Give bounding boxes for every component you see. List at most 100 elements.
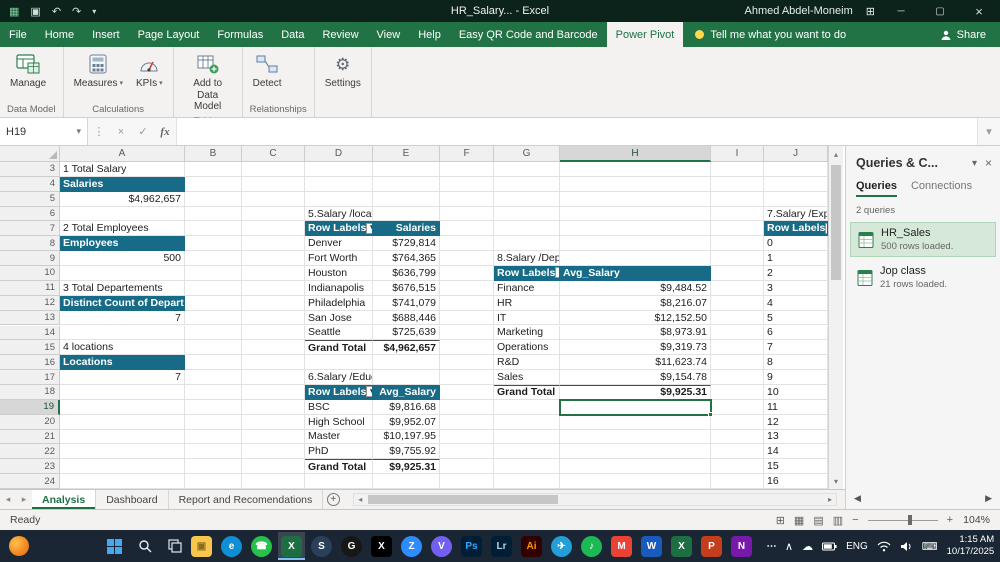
cell-C21[interactable] bbox=[242, 429, 305, 445]
row-header-10[interactable]: 10 bbox=[0, 266, 60, 281]
cell-D5[interactable] bbox=[305, 191, 373, 207]
cell-G16[interactable]: R&D bbox=[494, 355, 560, 371]
cell-H15[interactable]: $9,319.73 bbox=[560, 340, 711, 356]
redo-icon[interactable]: ↷ bbox=[72, 5, 81, 18]
cell-J7[interactable]: Row Labels▼ bbox=[764, 221, 828, 237]
cell-C7[interactable] bbox=[242, 221, 305, 237]
cell-I9[interactable] bbox=[711, 251, 764, 267]
cell-F7[interactable] bbox=[440, 221, 494, 237]
cell-I20[interactable] bbox=[711, 414, 764, 430]
taskbar-icon-gmail[interactable]: M bbox=[608, 532, 635, 560]
cell-F6[interactable] bbox=[440, 206, 494, 222]
cell-A15[interactable]: 4 locations bbox=[60, 340, 185, 356]
cell-I3[interactable] bbox=[711, 162, 764, 177]
search-icon[interactable] bbox=[131, 532, 158, 560]
cell-E8[interactable]: $729,814 bbox=[373, 236, 440, 252]
row-header-7[interactable]: 7 bbox=[0, 221, 60, 237]
cell-E19[interactable]: $9,816.68 bbox=[373, 399, 440, 415]
cell-I19[interactable] bbox=[711, 399, 764, 415]
cell-E23[interactable]: $9,925.31 bbox=[373, 459, 440, 475]
page-break-view-icon[interactable]: ▥ bbox=[833, 514, 843, 527]
zoom-out-button[interactable]: − bbox=[852, 514, 858, 526]
taskbar-icon-file-explorer[interactable]: ▣ bbox=[188, 532, 215, 560]
cell-G7[interactable] bbox=[494, 221, 560, 237]
cell-F24[interactable] bbox=[440, 474, 494, 489]
row-header-13[interactable]: 13 bbox=[0, 310, 60, 326]
cell-E3[interactable] bbox=[373, 162, 440, 177]
kpis-button[interactable]: KPIs ▾ bbox=[131, 50, 168, 92]
cell-I13[interactable] bbox=[711, 310, 764, 326]
wifi-icon[interactable] bbox=[877, 541, 891, 552]
cell-D9[interactable]: Fort Worth bbox=[305, 251, 373, 267]
cell-E16[interactable] bbox=[373, 355, 440, 371]
taskbar-icon-spotify[interactable]: ♪ bbox=[578, 532, 605, 560]
cell-I6[interactable] bbox=[711, 206, 764, 222]
cell-D13[interactable]: San Jose bbox=[305, 310, 373, 326]
sheet-nav-right-icon[interactable]: ▸ bbox=[16, 490, 32, 509]
cell-B19[interactable] bbox=[185, 399, 242, 415]
cell-H21[interactable] bbox=[560, 429, 711, 445]
row-header-21[interactable]: 21 bbox=[0, 429, 60, 445]
cell-D16[interactable] bbox=[305, 355, 373, 371]
cell-A14[interactable] bbox=[60, 325, 185, 341]
cell-E13[interactable]: $688,446 bbox=[373, 310, 440, 326]
cell-I7[interactable] bbox=[711, 221, 764, 237]
cell-F10[interactable] bbox=[440, 266, 494, 281]
ribbon-tab-view[interactable]: View bbox=[368, 22, 410, 47]
cell-F14[interactable] bbox=[440, 325, 494, 341]
row-header-18[interactable]: 18 bbox=[0, 384, 60, 400]
row-header-23[interactable]: 23 bbox=[0, 459, 60, 475]
cell-B7[interactable] bbox=[185, 221, 242, 237]
cell-D21[interactable]: Master bbox=[305, 429, 373, 445]
cell-D24[interactable] bbox=[305, 474, 373, 489]
panel-menu-icon[interactable]: ▾ bbox=[972, 158, 977, 169]
sheet-tab-analysis[interactable]: Analysis bbox=[32, 490, 97, 509]
measures-button[interactable]: Measures ▾ bbox=[69, 50, 128, 92]
vertical-scrollbar[interactable]: ▴ ▾ bbox=[828, 146, 843, 489]
volume-icon[interactable] bbox=[900, 541, 913, 552]
cell-A6[interactable] bbox=[60, 206, 185, 222]
row-header-14[interactable]: 14 bbox=[0, 325, 60, 341]
taskbar-icon-zoom[interactable]: Z bbox=[398, 532, 425, 560]
cell-H23[interactable] bbox=[560, 459, 711, 475]
cell-J3[interactable] bbox=[764, 162, 828, 177]
name-box-dropdown-icon[interactable]: ▾ bbox=[76, 126, 81, 137]
user-name[interactable]: Ahmed Abdel-Moneim bbox=[745, 5, 853, 17]
cell-F12[interactable] bbox=[440, 295, 494, 311]
cell-B20[interactable] bbox=[185, 414, 242, 430]
query-item-hr-sales[interactable]: HR_Sales 500 rows loaded. bbox=[850, 222, 996, 257]
tab-connections[interactable]: Connections bbox=[911, 180, 972, 197]
cell-B8[interactable] bbox=[185, 236, 242, 252]
cell-H10[interactable]: Avg_Salary bbox=[560, 266, 711, 281]
cell-H20[interactable] bbox=[560, 414, 711, 430]
cell-G8[interactable] bbox=[494, 236, 560, 252]
cell-J9[interactable]: 1 bbox=[764, 251, 828, 267]
cell-G19[interactable] bbox=[494, 399, 560, 415]
panel-scroll-left-icon[interactable]: ◀ bbox=[854, 493, 861, 504]
cell-F17[interactable] bbox=[440, 370, 494, 385]
cell-A13[interactable]: 7 bbox=[60, 310, 185, 326]
cell-I16[interactable] bbox=[711, 355, 764, 371]
scroll-up-icon[interactable]: ▴ bbox=[829, 146, 843, 162]
ribbon-tab-help[interactable]: Help bbox=[409, 22, 450, 47]
cell-A24[interactable] bbox=[60, 474, 185, 489]
cell-E10[interactable]: $636,799 bbox=[373, 266, 440, 281]
share-button[interactable]: Share bbox=[926, 22, 1000, 47]
cell-G13[interactable]: IT bbox=[494, 310, 560, 326]
display-settings-icon[interactable]: ⊞ bbox=[776, 514, 785, 527]
cell-H9[interactable] bbox=[560, 251, 711, 267]
cell-A20[interactable] bbox=[60, 414, 185, 430]
cell-H5[interactable] bbox=[560, 191, 711, 207]
cell-D6[interactable]: 5.Salary /locations bbox=[305, 206, 373, 222]
cell-B16[interactable] bbox=[185, 355, 242, 371]
cell-G20[interactable] bbox=[494, 414, 560, 430]
cell-I11[interactable] bbox=[711, 280, 764, 296]
cell-G4[interactable] bbox=[494, 176, 560, 192]
cell-A5[interactable]: $4,962,657 bbox=[60, 191, 185, 207]
cell-A16[interactable]: Locations bbox=[60, 355, 185, 371]
cell-E20[interactable]: $9,952.07 bbox=[373, 414, 440, 430]
cell-J14[interactable]: 6 bbox=[764, 325, 828, 341]
ribbon-display-options-icon[interactable]: ⊞ bbox=[866, 5, 875, 18]
cell-B13[interactable] bbox=[185, 310, 242, 326]
horizontal-scroll-thumb[interactable] bbox=[368, 495, 559, 504]
